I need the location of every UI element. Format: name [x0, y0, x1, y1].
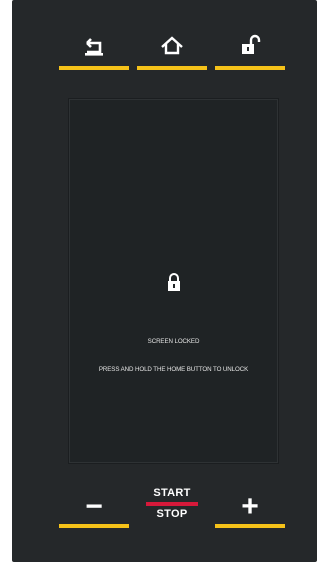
start-stop-button[interactable]: START STOP — [143, 485, 201, 525]
top-controls — [12, 0, 317, 80]
control-panel: SCREEN LOCKED PRESS AND HOLD THE HOME BU… — [12, 0, 317, 562]
home-button[interactable] — [137, 28, 207, 70]
home-button-bar — [137, 66, 207, 70]
back-button-bar — [59, 66, 129, 70]
minus-icon: − — [85, 490, 103, 523]
minus-button-bar — [59, 524, 129, 528]
lock-button[interactable] — [215, 28, 285, 70]
plus-button-bar — [215, 524, 285, 528]
lock-button-bar — [215, 66, 285, 70]
start-stop-divider — [146, 502, 198, 506]
stop-label: STOP — [156, 508, 188, 520]
plus-icon: + — [241, 490, 259, 523]
screen-locked-text: SCREEN LOCKED — [147, 338, 200, 345]
unlock-icon — [242, 34, 261, 54]
start-label: START — [153, 487, 191, 499]
padlock-icon — [167, 273, 180, 291]
minus-button[interactable]: − — [59, 492, 129, 528]
unlock-instruction-text: PRESS AND HOLD THE HOME BUTTON TO UNLOCK — [98, 366, 249, 373]
display-screen: SCREEN LOCKED PRESS AND HOLD THE HOME BU… — [69, 99, 278, 463]
plus-button[interactable]: + — [215, 492, 285, 528]
back-arrow-icon — [85, 38, 103, 56]
bottom-controls: − START STOP + — [12, 482, 317, 562]
back-button[interactable] — [59, 28, 129, 70]
home-icon — [161, 36, 183, 55]
